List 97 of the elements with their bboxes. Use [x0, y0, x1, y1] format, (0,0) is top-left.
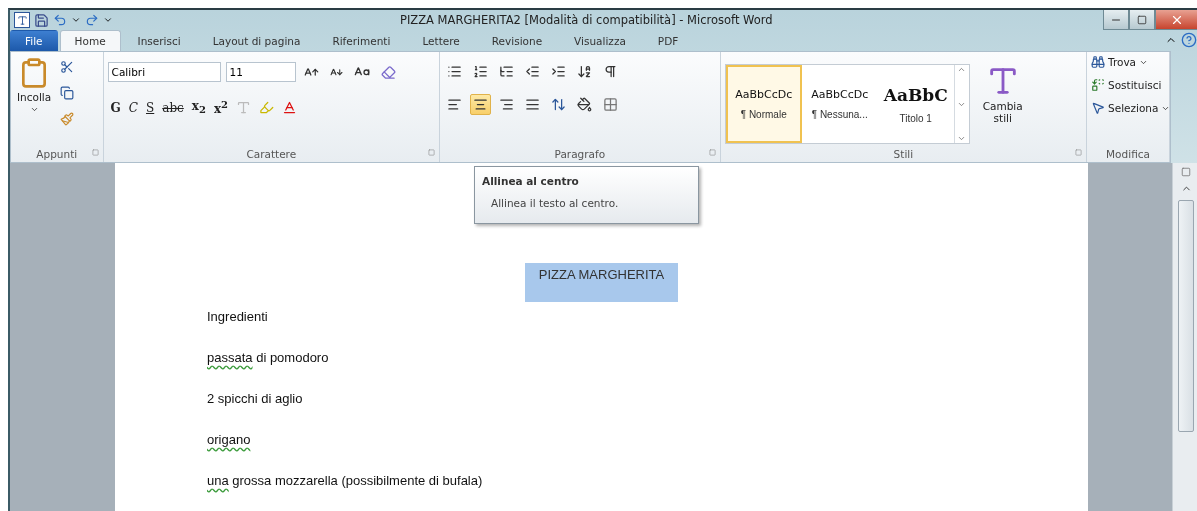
- style-sample: AaBbC: [883, 84, 948, 105]
- ribbon-tab[interactable]: Home: [59, 30, 121, 51]
- bullet-list-icon: [447, 64, 462, 79]
- align-right-icon: [499, 97, 514, 112]
- scrollbar-thumb[interactable]: [1178, 200, 1194, 432]
- redo-button[interactable]: [85, 13, 99, 27]
- edit-button[interactable]: Sostituisci: [1091, 78, 1171, 92]
- caret-icon: [71, 15, 81, 25]
- ribbon-tab[interactable]: Layout di pagina: [197, 30, 316, 51]
- group-label: Carattere: [246, 147, 297, 160]
- caret-icon: [103, 15, 113, 25]
- ruler-icon: [1181, 167, 1191, 177]
- redo-icon: [85, 13, 99, 27]
- font-size-field[interactable]: 11: [225, 62, 296, 82]
- align-center-button[interactable]: [470, 94, 491, 115]
- document-heading: PIZZA MARGHERITA: [524, 263, 679, 302]
- format-button[interactable]: x$_{2}$: [188, 99, 209, 116]
- group-label: Modifica: [1106, 147, 1150, 160]
- launcher-icon: [428, 149, 435, 156]
- window-title: PIZZA MARGHERITA2 [Modalità di compatibilità] - Microsoft Word: [400, 13, 774, 27]
- save-button[interactable]: [34, 12, 49, 28]
- change-styles-button[interactable]: Cambia stili: [977, 64, 1028, 145]
- more-icon: [957, 134, 967, 143]
- style-name: ¶ Nessuna...: [811, 109, 868, 120]
- undo-button[interactable]: [53, 13, 67, 27]
- document-paragraph: passata di pomodoro: [207, 349, 329, 366]
- highlighter-icon: [259, 100, 275, 115]
- file-tab[interactable]: File: [10, 30, 58, 51]
- ribbon-tab[interactable]: Inserisci: [122, 30, 196, 51]
- decrease-indent-icon: [525, 64, 540, 79]
- document-paragraph: Ingredienti: [207, 308, 268, 325]
- pilcrow-icon: [603, 64, 618, 79]
- edit-label: Sostituisci: [1108, 79, 1162, 91]
- edit-label: Seleziona: [1108, 102, 1159, 114]
- align-left-icon: [447, 97, 462, 112]
- edit-label: Trova: [1108, 56, 1137, 68]
- paste-label: Incolla: [17, 91, 52, 103]
- group-label: Paragrafo: [554, 147, 606, 160]
- document-paragraph: 2 spicchi di aglio: [207, 390, 303, 407]
- group-label: Appunti: [36, 147, 78, 160]
- increase-indent-icon: [551, 64, 566, 79]
- scroll-up-icon: [957, 65, 967, 74]
- change-styles-label: Cambia stili: [981, 100, 1024, 124]
- grid-icon: [603, 97, 618, 112]
- launcher-icon: [1075, 149, 1082, 156]
- ribbon-tab[interactable]: Revisione: [476, 30, 558, 51]
- style-item[interactable]: AaBbCcDc ¶ Normale: [725, 65, 802, 143]
- align-center-icon: [473, 97, 488, 112]
- ribbon-tab[interactable]: Visualizza: [559, 30, 641, 51]
- style-name: Titolo 1: [899, 112, 932, 124]
- format-button[interactable]: abc: [159, 100, 187, 115]
- paste-button[interactable]: Incolla: [15, 57, 54, 145]
- scissors-icon: [60, 60, 75, 74]
- close-button[interactable]: [1155, 10, 1197, 30]
- caret-icon: [29, 105, 39, 114]
- style-sample: AaBbCcDc: [811, 88, 869, 101]
- document-paragraph: una grossa mozzarella (possibilmente di bufala): [207, 472, 483, 489]
- maximize-button[interactable]: [1129, 10, 1155, 30]
- ribbon-tab[interactable]: PDF: [642, 30, 694, 51]
- word-icon[interactable]: [14, 12, 30, 28]
- tooltip-title: Allinea al centro: [482, 175, 580, 187]
- replace-icon: [1091, 78, 1105, 92]
- document-paragraph: origano: [207, 431, 251, 448]
- format-button[interactable]: C: [125, 100, 141, 115]
- font-color-icon: [282, 100, 298, 115]
- sort-icon: [577, 64, 592, 79]
- format-button[interactable]: x$^{2}$: [210, 99, 232, 116]
- line-spacing-icon: [551, 97, 566, 112]
- copy-icon: [60, 86, 75, 100]
- justify-icon: [525, 97, 540, 112]
- paint-bucket-icon: [577, 97, 592, 112]
- group-label: Stili: [893, 147, 914, 160]
- launcher-icon: [91, 149, 99, 156]
- ribbon-tab[interactable]: Riferimenti: [317, 30, 406, 51]
- binoculars-icon: [1091, 55, 1105, 69]
- edit-button[interactable]: Trova: [1091, 55, 1171, 69]
- help-button[interactable]: [1181, 32, 1197, 48]
- paintbrush-icon: [60, 112, 75, 126]
- text-effects-icon: [236, 100, 252, 115]
- font-name-field[interactable]: Calibri: [107, 62, 221, 82]
- help-icon: [1181, 32, 1197, 48]
- style-sample: AaBbCcDc: [735, 88, 793, 101]
- eraser-icon: [380, 64, 396, 80]
- style-name: ¶ Normale: [740, 109, 787, 120]
- undo-icon: [53, 13, 67, 27]
- format-button[interactable]: G: [107, 100, 124, 115]
- pointer-icon: [1091, 101, 1105, 115]
- launcher-icon: [708, 149, 716, 156]
- list-tree-icon: [499, 64, 514, 79]
- save-icon: [34, 12, 49, 28]
- minimize-button[interactable]: [1103, 10, 1129, 30]
- ribbon-tab[interactable]: Lettere: [407, 30, 475, 51]
- tooltip-text: Allinea il testo al centro.: [490, 197, 620, 209]
- format-button[interactable]: S: [143, 100, 158, 115]
- numbered-list-icon: [473, 64, 488, 79]
- maximize-icon: [1137, 14, 1147, 25]
- edit-button[interactable]: Seleziona: [1091, 101, 1171, 115]
